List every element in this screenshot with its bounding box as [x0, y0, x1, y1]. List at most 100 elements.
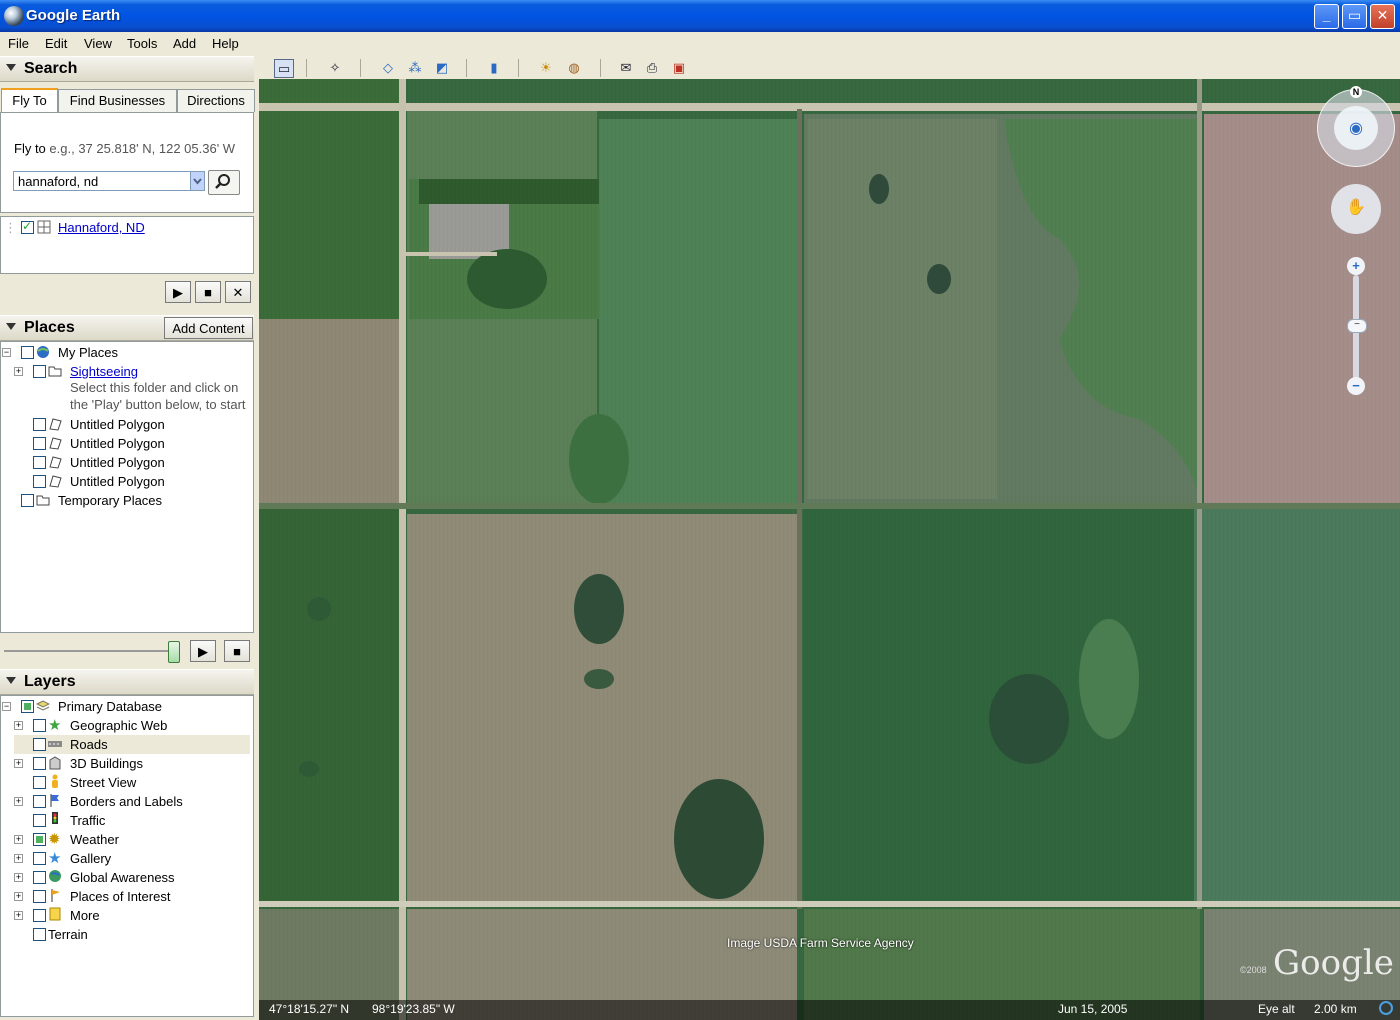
add-image-overlay-icon[interactable]: ◩ — [433, 59, 451, 76]
add-content-button[interactable]: Add Content — [164, 317, 253, 339]
search-panel-header[interactable]: Search — [0, 56, 254, 82]
places-play-button[interactable]: ▶ — [190, 640, 216, 662]
expand-icon[interactable]: + — [14, 892, 23, 901]
expand-icon[interactable]: + — [14, 367, 23, 376]
print-icon[interactable]: ⎙ — [643, 59, 661, 76]
tree-item-polygon[interactable]: Untitled Polygon — [14, 472, 250, 491]
tab-fly-to[interactable]: Fly To — [1, 88, 58, 114]
layer-label: More — [70, 908, 100, 923]
layers-panel-header[interactable]: Layers — [0, 669, 254, 695]
add-placemark-icon[interactable]: ✧ — [326, 59, 344, 76]
layer-checkbox[interactable] — [33, 719, 46, 732]
search-result-item[interactable]: ⋮ Hannaford, ND — [4, 217, 244, 237]
layer-places-of-interest[interactable]: + Places of Interest — [14, 887, 250, 906]
layer-geographic-web[interactable]: + ★ Geographic Web — [14, 716, 250, 735]
expand-icon[interactable]: + — [14, 759, 23, 768]
search-button[interactable] — [208, 170, 240, 195]
collapse-triangle-icon[interactable] — [6, 677, 16, 684]
layer-checkbox[interactable] — [33, 776, 46, 789]
view-in-maps-icon[interactable]: ▣ — [670, 59, 688, 76]
polygon-checkbox[interactable] — [33, 456, 46, 469]
expand-icon[interactable]: + — [14, 854, 23, 863]
layer-borders-and-labels[interactable]: + Borders and Labels — [14, 792, 250, 811]
search-input[interactable]: hannaford, nd — [13, 171, 191, 191]
layer-checkbox[interactable] — [33, 814, 46, 827]
temporary-places-checkbox[interactable] — [21, 494, 34, 507]
layer-gallery[interactable]: + ★ Gallery — [14, 849, 250, 868]
result-checkbox[interactable] — [21, 217, 34, 236]
menu-add[interactable]: Add — [173, 36, 196, 51]
zoom-slider-thumb[interactable]: − — [1347, 319, 1367, 333]
layer-more[interactable]: + More — [14, 906, 250, 925]
tree-item-temporary-places[interactable]: Temporary Places — [2, 491, 250, 510]
satellite-imagery[interactable] — [259, 79, 1400, 1020]
layer-weather[interactable]: + ✹ Weather — [14, 830, 250, 849]
earth-view[interactable]: N ◉ ✋ + − − Image USDA Farm Service Agen… — [259, 79, 1400, 1020]
layer-terrain[interactable]: Terrain — [2, 925, 250, 944]
tree-item-primary-database[interactable]: − Primary Database — [2, 697, 250, 716]
primary-database-checkbox[interactable] — [21, 700, 34, 713]
polygon-checkbox[interactable] — [33, 437, 46, 450]
email-icon[interactable]: ✉ — [617, 59, 635, 76]
layer-checkbox[interactable] — [33, 890, 46, 903]
layer-checkbox[interactable] — [33, 757, 46, 770]
layer-street-view[interactable]: Street View — [14, 773, 250, 792]
add-polygon-icon[interactable]: ◇ — [379, 59, 397, 76]
expand-icon[interactable]: + — [14, 911, 23, 920]
expand-icon[interactable]: + — [14, 797, 23, 806]
layer-checkbox[interactable] — [33, 852, 46, 865]
move-joystick[interactable]: ✋ — [1331, 184, 1381, 234]
close-button[interactable]: ✕ — [1370, 4, 1395, 29]
ruler-icon[interactable]: ▮ — [485, 59, 503, 76]
sunlight-icon[interactable]: ☀ — [537, 59, 555, 76]
tab-find-businesses[interactable]: Find Businesses — [58, 89, 177, 112]
menu-help[interactable]: Help — [212, 36, 239, 51]
tree-item-polygon[interactable]: Untitled Polygon — [14, 453, 250, 472]
layer-3d-buildings[interactable]: + 3D Buildings — [14, 754, 250, 773]
menu-tools[interactable]: Tools — [127, 36, 157, 51]
polygon-checkbox[interactable] — [33, 418, 46, 431]
tab-directions[interactable]: Directions — [177, 89, 255, 112]
search-history-dropdown[interactable] — [190, 171, 205, 191]
layer-checkbox[interactable] — [33, 738, 46, 751]
my-places-checkbox[interactable] — [21, 346, 34, 359]
look-joystick[interactable]: N ◉ — [1317, 86, 1395, 167]
planets-icon[interactable]: ◍ — [565, 59, 583, 76]
layer-global-awareness[interactable]: + Global Awareness — [14, 868, 250, 887]
layer-traffic[interactable]: Traffic — [14, 811, 250, 830]
terrain-checkbox[interactable] — [33, 928, 46, 941]
layer-checkbox[interactable] — [33, 871, 46, 884]
zoom-out-icon[interactable]: − — [1347, 377, 1365, 395]
result-link[interactable]: Hannaford, ND — [58, 218, 145, 237]
layer-checkbox[interactable] — [33, 833, 46, 846]
sightseeing-checkbox[interactable] — [33, 365, 46, 378]
collapse-icon[interactable]: − — [2, 348, 11, 357]
expand-icon[interactable]: + — [14, 721, 23, 730]
collapse-triangle-icon[interactable] — [6, 64, 16, 71]
minimize-button[interactable]: _ — [1314, 4, 1339, 29]
maximize-button[interactable]: ▭ — [1342, 4, 1367, 29]
tree-item-polygon[interactable]: Untitled Polygon — [14, 415, 250, 434]
add-path-icon[interactable]: ⁂ — [406, 59, 424, 76]
tree-item-my-places[interactable]: − My Places — [2, 343, 250, 362]
polygon-checkbox[interactable] — [33, 475, 46, 488]
stop-tour-button[interactable]: ■ — [195, 281, 221, 303]
tour-speed-slider-thumb[interactable] — [168, 641, 180, 663]
expand-icon[interactable]: + — [14, 835, 23, 844]
zoom-in-icon[interactable]: + — [1347, 257, 1365, 275]
layer-checkbox[interactable] — [33, 909, 46, 922]
menu-file[interactable]: File — [8, 36, 29, 51]
tree-item-polygon[interactable]: Untitled Polygon — [14, 434, 250, 453]
collapse-triangle-icon[interactable] — [6, 323, 16, 330]
menu-view[interactable]: View — [84, 36, 112, 51]
layer-checkbox[interactable] — [33, 795, 46, 808]
places-stop-button[interactable]: ■ — [224, 640, 250, 662]
menu-edit[interactable]: Edit — [45, 36, 67, 51]
play-tour-button[interactable]: ▶ — [165, 281, 191, 303]
north-indicator[interactable]: N — [1350, 86, 1362, 98]
sidebar-toggle-icon[interactable]: ▭ — [274, 59, 294, 78]
layer-roads[interactable]: Roads — [14, 735, 250, 754]
clear-search-button[interactable]: ✕ — [225, 281, 251, 303]
collapse-icon[interactable]: − — [2, 702, 11, 711]
expand-icon[interactable]: + — [14, 873, 23, 882]
